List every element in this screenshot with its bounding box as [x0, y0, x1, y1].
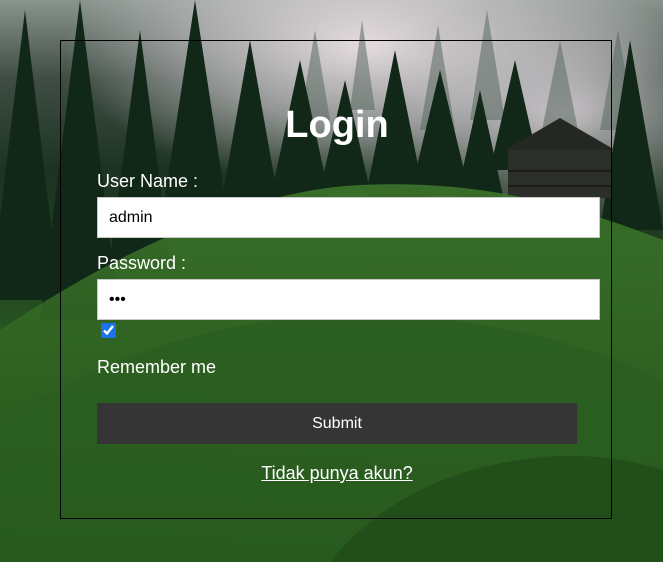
username-input[interactable]	[97, 197, 600, 238]
password-label: Password :	[97, 253, 187, 273]
submit-button[interactable]: Submit	[97, 403, 577, 444]
signup-link[interactable]: Tidak punya akun?	[61, 462, 613, 484]
page-title: Login	[285, 104, 389, 146]
login-form-container: Login User Name : Password : Remember me…	[60, 40, 612, 519]
password-input[interactable]	[97, 279, 600, 320]
username-label: User Name :	[97, 171, 199, 191]
remember-me-label: Remember me	[97, 357, 217, 377]
remember-me-checkbox[interactable]	[101, 323, 116, 338]
